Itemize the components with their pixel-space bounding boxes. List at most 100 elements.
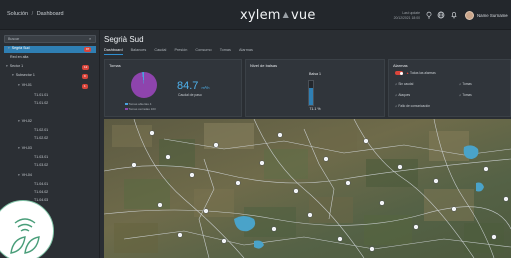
sidebar-item-label: Segrià Sud xyxy=(11,46,30,50)
map-marker[interactable] xyxy=(189,172,195,178)
tank-name: Balsa 1 xyxy=(309,72,321,76)
sidebar-search-input[interactable]: Buscar xyxy=(4,35,96,43)
map-marker[interactable] xyxy=(277,132,283,138)
sidebar-item-label: T1.02.01 xyxy=(34,128,49,132)
map-marker[interactable] xyxy=(433,178,439,184)
sidebar-item-label: T1.01.02 xyxy=(34,101,49,105)
map-marker[interactable] xyxy=(177,232,183,238)
map-marker[interactable] xyxy=(235,180,241,186)
map-marker[interactable] xyxy=(131,162,137,168)
sidebar-item-vh-02[interactable]: ▾ VH-02 xyxy=(18,119,32,126)
tab-balances[interactable]: Balances xyxy=(131,48,147,54)
alarm-item-ataques[interactable]: ♫Ataques xyxy=(395,93,410,97)
map-canvas[interactable] xyxy=(104,119,511,258)
tab-bar: Dashboard Balances Caudal Presión Consum… xyxy=(104,48,260,56)
sidebar-item-label: VH-04 xyxy=(21,173,32,177)
map-marker[interactable] xyxy=(157,202,163,208)
map-marker[interactable] xyxy=(397,164,403,170)
caudal-value: 84.7 m³/h xyxy=(177,80,209,92)
alarm-item-tomas-2[interactable]: ♫Tomas xyxy=(459,93,472,97)
map-marker[interactable] xyxy=(337,236,343,242)
chevron-down-icon[interactable]: ▾ xyxy=(18,173,20,177)
sidebar-item-t1-02-01[interactable]: T1.02.01 xyxy=(34,128,48,135)
sidebar-item-vh-04[interactable]: ▾ VH-04 xyxy=(18,173,32,180)
map-marker[interactable] xyxy=(323,156,329,162)
tab-consumo[interactable]: Consumo xyxy=(195,48,211,54)
chevron-down-icon[interactable]: ▾ xyxy=(12,73,14,77)
map-marker[interactable] xyxy=(259,160,265,166)
map-marker[interactable] xyxy=(293,188,299,194)
alarm-item-label: Fallo de comunicación xyxy=(398,104,431,108)
sidebar-item-segria-sud[interactable]: ▾ Segrià Sud 97 xyxy=(4,46,96,53)
tab-alarmas[interactable]: Alarmas xyxy=(239,48,253,54)
alarm-item-tomas[interactable]: ♫Tomas xyxy=(459,82,472,86)
sidebar-item-subsector-1[interactable]: ▾ Subsector 1 9 xyxy=(12,73,96,80)
sidebar-item-label: T1.04.02 xyxy=(34,190,49,194)
top-bar: Solución / Dashboard xylem ▲ vue Last upda… xyxy=(0,0,511,30)
sidebar-item-vh-03[interactable]: ▾ VH-03 xyxy=(18,146,32,153)
sidebar-item-t1-01-01[interactable]: T1.01.01 xyxy=(34,93,48,100)
avatar[interactable] xyxy=(465,11,474,20)
chevron-down-icon[interactable]: ▾ xyxy=(18,119,20,123)
sidebar-item-t1-04-02[interactable]: T1.04.02 xyxy=(34,190,48,197)
sidebar-item-t1-01-02[interactable]: T1.01.02 xyxy=(34,101,48,108)
map-marker[interactable] xyxy=(379,200,385,206)
legend-swatch xyxy=(125,107,128,110)
map-marker[interactable] xyxy=(203,208,209,214)
tank-level-gauge xyxy=(308,80,314,106)
sidebar-item-label: T1.03.02 xyxy=(34,163,49,167)
tab-caudal[interactable]: Caudal xyxy=(154,48,166,54)
user-name[interactable]: Name Surname xyxy=(477,13,508,18)
tab-tomas[interactable]: Tomas xyxy=(220,48,231,54)
map-marker[interactable] xyxy=(165,154,171,160)
alarm-item-fallo-comunicacion[interactable]: ♫Fallo de comunicación xyxy=(395,104,430,108)
map-marker[interactable] xyxy=(369,246,375,252)
chevron-down-icon[interactable]: ▾ xyxy=(8,46,10,50)
map-marker[interactable] xyxy=(413,224,419,230)
map-marker[interactable] xyxy=(491,234,497,240)
alarm-count-badge: 9 xyxy=(82,74,88,79)
last-update: Last update 20/12/2021 18:00 xyxy=(380,11,420,20)
sidebar-item-t1-03-01[interactable]: T1.03.01 xyxy=(34,155,48,162)
user-menu-chevron-icon[interactable]: ⌄ xyxy=(505,12,508,17)
satellite-map[interactable] xyxy=(104,119,511,258)
sidebar-item-label: Subsector 1 xyxy=(15,73,35,77)
tab-presion[interactable]: Presión xyxy=(174,48,187,54)
sidebar-item-t1-04-01[interactable]: T1.04.01 xyxy=(34,182,48,189)
brand-product: vue xyxy=(291,8,316,23)
map-marker[interactable] xyxy=(345,180,351,186)
chevron-down-icon[interactable]: ▾ xyxy=(18,83,20,87)
sidebar-item-vh-01[interactable]: ▾ VH-01 1 xyxy=(18,83,96,90)
sidebar-item-label: T1.01.01 xyxy=(34,93,49,97)
map-marker[interactable] xyxy=(363,138,369,144)
map-marker[interactable] xyxy=(483,166,489,172)
map-marker[interactable] xyxy=(307,212,313,218)
page-title: Segrià Sud xyxy=(104,35,144,44)
map-marker[interactable] xyxy=(503,196,509,202)
bell-icon[interactable] xyxy=(450,11,458,19)
tab-dashboard[interactable]: Dashboard xyxy=(104,48,123,55)
breadcrumb-current: Dashboard xyxy=(36,11,64,17)
map-marker[interactable] xyxy=(221,238,227,244)
alarm-item-label: Tomas xyxy=(462,82,472,86)
sidebar-item-t1-03-02[interactable]: T1.03.02 xyxy=(34,163,48,170)
legend-label: Tomas abiertas xyxy=(128,102,149,106)
lightbulb-icon[interactable] xyxy=(425,11,433,19)
legend-value: 163 xyxy=(150,107,156,111)
alarm-item-sin-caudal[interactable]: ♫Sin caudal xyxy=(395,82,413,86)
sidebar-item-t1-02-02[interactable]: T1.02.02 xyxy=(34,136,48,143)
map-marker[interactable] xyxy=(213,142,219,148)
alarms-toggle[interactable] xyxy=(395,71,403,75)
card-title: Alarmas xyxy=(393,63,408,68)
chevron-down-icon[interactable]: ▾ xyxy=(6,64,8,68)
map-marker[interactable] xyxy=(149,130,155,136)
chevron-down-icon[interactable]: ▾ xyxy=(18,146,20,150)
globe-icon[interactable] xyxy=(437,11,445,19)
breadcrumb-root[interactable]: Solución xyxy=(7,11,28,17)
sidebar-item-red-en-alta[interactable]: Red en alta xyxy=(10,55,28,62)
sidebar-item-sector-1[interactable]: ▾ Sector 1 12 xyxy=(6,64,96,71)
search-icon[interactable]: ⌕ xyxy=(89,36,91,41)
map-marker[interactable] xyxy=(451,206,457,212)
map-marker[interactable] xyxy=(271,226,277,232)
sidebar-item-label: T1.04.01 xyxy=(34,182,49,186)
